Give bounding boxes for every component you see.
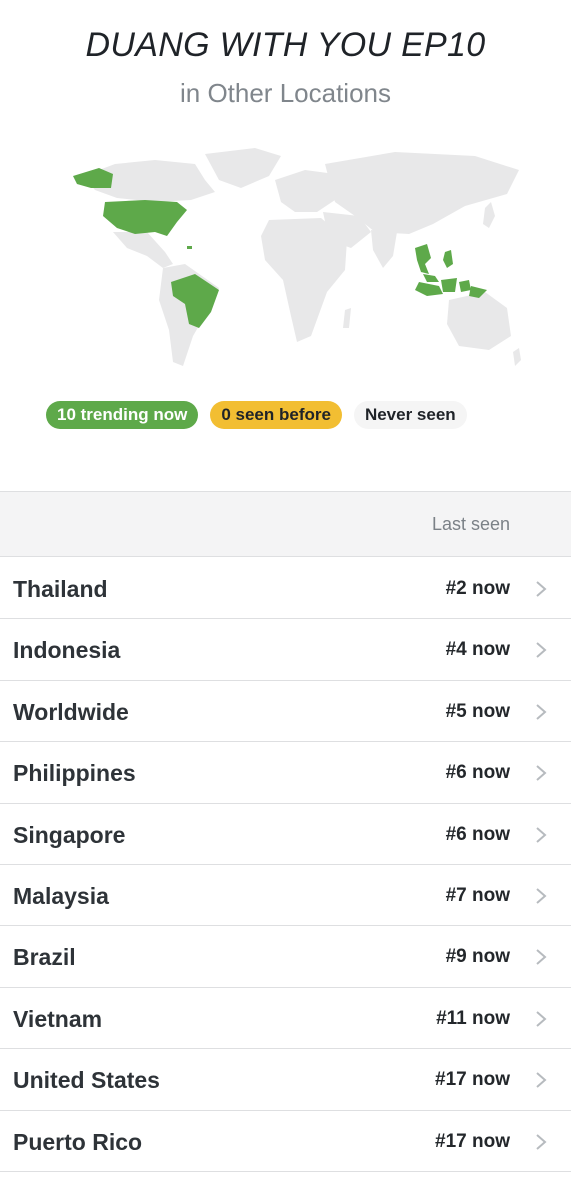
table-header: Last seen [0,491,571,557]
map-land-india [371,230,397,268]
location-rank: #9 now [445,946,510,968]
location-name: Indonesia [13,637,121,664]
map-region-united-states [103,200,187,236]
location-name: Worldwide [13,698,129,725]
map-land-mexico-central-america [113,232,173,268]
chevron-right-icon [536,642,547,659]
location-row[interactable]: Vietnam #11 now [0,987,571,1050]
map-region-southeast-asia [415,244,431,274]
location-rank: #6 now [445,762,510,784]
location-name: Brazil [13,944,76,971]
location-name: Vietnam [13,1005,103,1032]
location-name: Malaysia [13,882,109,909]
chevron-right-icon [536,704,547,720]
chevron-right-icon [536,1133,547,1150]
page: DUANG WITH YOU EP10 in Other Locations 1… [0,0,571,1199]
location-row[interactable]: Brazil #9 now [0,926,571,988]
chevron-right-icon [536,888,547,904]
locations-list: Thailand #2 now Indonesia #4 now Worldwi… [0,558,571,1172]
location-row[interactable]: Malaysia #7 now [0,864,571,927]
location-name: Thailand [13,576,108,602]
location-rank: #11 now [436,1007,510,1029]
map-region-malaysia-singapore [423,274,439,282]
legend: 10 trending now 0 seen before Never seen [46,401,467,429]
seen-before-badge: 0 seen before [210,401,342,429]
location-rank: #2 now [445,578,510,599]
location-row[interactable]: Puerto Rico #17 now [0,1110,571,1172]
location-rank: #17 now [435,1130,510,1152]
never-seen-badge: Never seen [353,401,467,429]
location-row[interactable]: Worldwide #5 now [0,680,571,743]
map-base-land [83,148,521,366]
last-seen-column-header: Last seen [431,514,510,534]
page-subtitle: in Other Locations [179,78,391,108]
location-name: Puerto Rico [13,1128,143,1155]
page-title: DUANG WITH YOU EP10 [85,26,486,64]
chevron-right-icon [536,581,547,597]
chevron-right-icon [536,1010,547,1027]
chevron-right-icon [536,949,547,966]
location-row[interactable]: Singapore #6 now [0,803,571,865]
trending-now-badge: 10 trending now [46,401,199,429]
location-row[interactable]: Philippines #6 now [0,742,571,804]
location-rank: #17 now [435,1069,510,1091]
map-region-indonesia [415,278,487,298]
location-row[interactable]: Indonesia #4 now [0,619,571,681]
map-land-japan [483,202,495,228]
location-rank: #7 now [445,884,510,906]
map-land-new-zealand [513,348,521,366]
map-land-greenland [205,148,281,188]
location-rank: #5 now [445,700,510,722]
location-name: Philippines [13,760,136,787]
world-map [73,148,521,366]
map-land-madagascar [343,308,351,328]
map-land-europe [275,170,335,212]
location-row[interactable]: Thailand #2 now [0,558,571,620]
chevron-right-icon [536,1072,547,1088]
location-name: United States [13,1067,160,1094]
location-row[interactable]: United States #17 now [0,1049,571,1111]
map-region-philippines [443,250,453,268]
map-region-puerto-rico [187,246,192,249]
map-land-australia [447,292,511,350]
location-rank: #4 now [445,639,510,661]
location-name: Singapore [13,821,126,848]
location-rank: #6 now [445,823,510,845]
map-land-africa [261,218,347,342]
chevron-right-icon [536,765,547,781]
chevron-right-icon [536,826,547,843]
